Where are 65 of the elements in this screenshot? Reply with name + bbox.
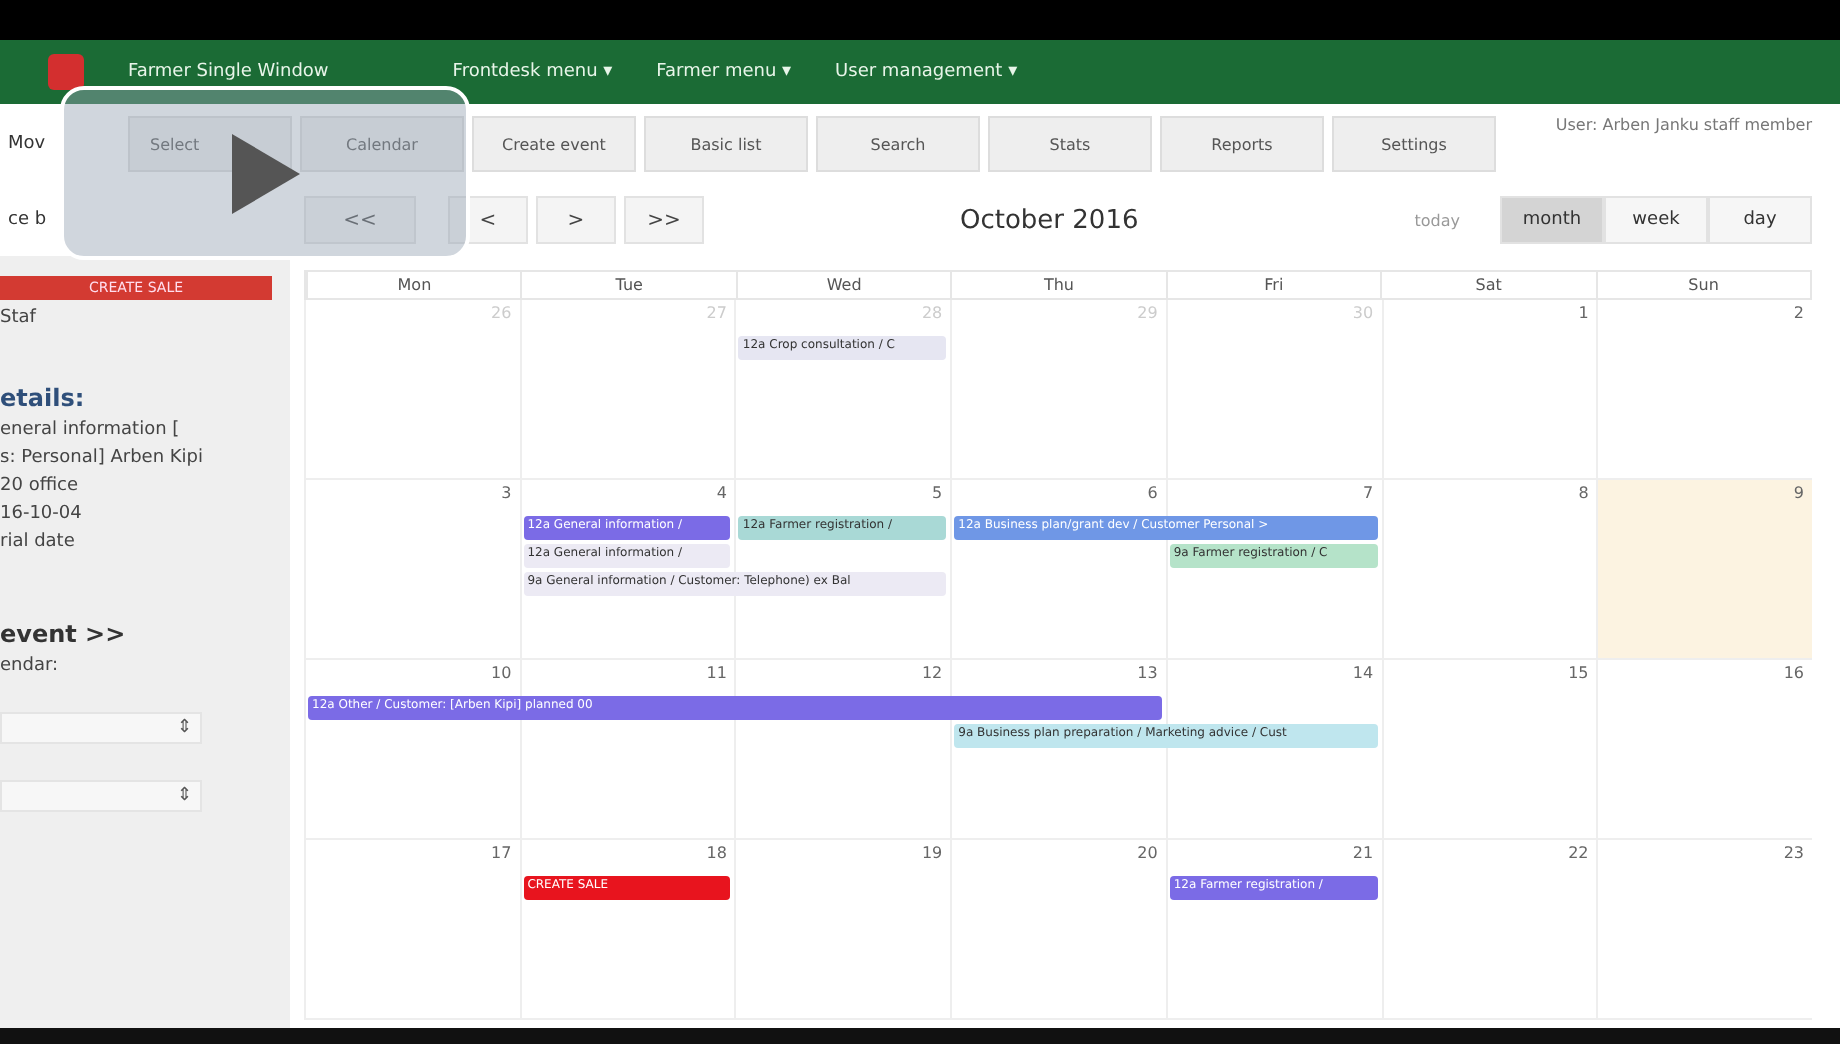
date-number: 4 — [714, 482, 729, 506]
detail-text: rial date — [0, 532, 77, 552]
date-number: 23 — [1781, 842, 1806, 866]
toolbar-button[interactable]: Settings — [1332, 116, 1496, 172]
detail-text: s: Personal] Arben Kipi — [0, 448, 206, 468]
detail-text: 20 office — [0, 476, 81, 496]
toolbar-button[interactable]: Create event — [472, 116, 636, 172]
logo-icon — [48, 54, 84, 90]
date-number: 10 — [489, 662, 514, 686]
select-field[interactable]: ⇕ — [0, 780, 202, 812]
date-number: 22 — [1566, 842, 1591, 866]
date-number: 16 — [1781, 662, 1806, 686]
next-year-button[interactable]: >> — [624, 196, 704, 244]
view-tab[interactable]: month — [1500, 196, 1604, 244]
date-number: 13 — [1135, 662, 1160, 686]
next-button[interactable]: > — [536, 196, 616, 244]
toolbar-button[interactable]: Basic list — [644, 116, 808, 172]
month-title: October 2016 — [960, 205, 1139, 235]
date-number: 2 — [1791, 302, 1806, 326]
select-field[interactable]: ⇕ — [0, 712, 202, 744]
date-number: 5 — [930, 482, 945, 506]
date-number: 8 — [1576, 482, 1591, 506]
nav-menu[interactable]: Frontdesk menu ▾ — [452, 62, 613, 82]
date-number: 6 — [1145, 482, 1160, 506]
user-label: User: Arben Janku staff member — [1555, 116, 1812, 134]
nav-menu[interactable]: User management ▾ — [835, 62, 1018, 82]
weekday-header: Mon — [306, 272, 521, 298]
detail-text: eneral information [ — [0, 420, 182, 440]
weekday-header: Tue — [520, 272, 736, 298]
previous-year-button[interactable]: << — [304, 196, 416, 244]
date-number: 20 — [1135, 842, 1160, 866]
date-number: 15 — [1566, 662, 1591, 686]
date-number: 17 — [489, 842, 514, 866]
view-tab[interactable]: day — [1708, 196, 1812, 244]
sidebar-label: ce b — [6, 210, 49, 230]
weekday-header: Fri — [1165, 272, 1381, 298]
date-number: 12 — [919, 662, 945, 686]
date-number: 19 — [919, 842, 945, 866]
details-heading: etails: — [0, 384, 87, 412]
date-number: 9 — [1791, 482, 1806, 506]
date-number: 11 — [704, 662, 729, 686]
date-number: 21 — [1350, 842, 1376, 866]
view-tab[interactable]: week — [1604, 196, 1708, 244]
date-number: 14 — [1350, 662, 1376, 686]
event-heading: event >> — [0, 620, 128, 648]
play-icon — [231, 133, 299, 213]
weekday-header: Sat — [1380, 272, 1596, 298]
date-number: 7 — [1360, 482, 1376, 506]
date-number: 1 — [1576, 302, 1591, 326]
date-number: 3 — [499, 482, 514, 506]
previous-button[interactable]: < — [448, 196, 528, 244]
toolbar-button[interactable]: Search — [816, 116, 980, 172]
calendar-label: endar: — [0, 656, 61, 676]
toolbar-button[interactable]: Stats — [988, 116, 1152, 172]
play-button[interactable] — [60, 86, 470, 260]
app-title: Farmer Single Window — [128, 62, 329, 82]
staff-label: Staf — [0, 308, 38, 328]
nav-menu[interactable]: Farmer menu ▾ — [656, 62, 792, 82]
weekday-header: Sun — [1595, 272, 1810, 298]
sidebar-label: Mov — [6, 134, 48, 154]
detail-text: 16-10-04 — [0, 504, 84, 524]
date-number: 18 — [704, 842, 729, 866]
weekday-header: Thu — [950, 272, 1166, 298]
toolbar-button[interactable]: Reports — [1160, 116, 1324, 172]
weekday-header: Wed — [735, 272, 951, 298]
